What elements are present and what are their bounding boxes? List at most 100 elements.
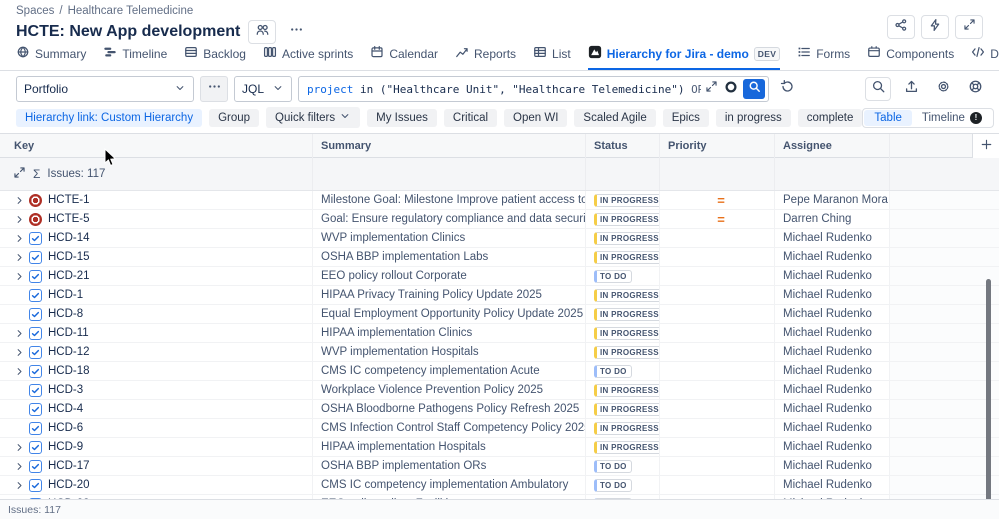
fullscreen-button[interactable] [955,15,983,39]
issue-key[interactable]: HCD-21 [48,270,90,282]
status-badge[interactable]: TO DO [594,269,632,283]
issue-row-hcd-1[interactable]: HCD-1 HIPAA Privacy Training Policy Updat… [0,286,999,305]
tab-backlog[interactable]: Backlog [184,45,246,70]
filter-more-button[interactable] [200,76,228,102]
issue-key[interactable]: HCD-12 [48,346,90,358]
members-button[interactable] [248,20,277,44]
help-button[interactable] [963,78,987,100]
issue-key[interactable]: HCD-8 [48,308,83,320]
refresh-button[interactable] [775,77,799,101]
issue-row-hcd-8[interactable]: HCD-8 Equal Employment Opportunity Policy… [0,305,999,324]
status-badge[interactable]: IN PROGRESS [594,326,659,340]
expand-chevron-icon[interactable] [14,328,29,339]
issue-key[interactable]: HCD-20 [48,479,90,491]
issue-key[interactable]: HCD-14 [48,232,90,244]
expand-query-button[interactable] [701,79,721,99]
status-badge[interactable]: IN PROGRESS [594,288,659,302]
issue-row-hcd-6[interactable]: HCD-6 CMS Infection Control Staff Compete… [0,419,999,438]
tab-list[interactable]: List [533,45,571,70]
tab-hierarchy-for-jira-demo[interactable]: Hierarchy for Jira - demo DEV [587,45,781,70]
tab-development[interactable]: Development [971,45,999,70]
expand-chevron-icon[interactable] [14,480,29,491]
issue-row-hcd-15[interactable]: HCD-15 OSHA BBP implementation Labs IN PRO… [0,248,999,267]
status-badge[interactable]: IN PROGRESS [594,345,659,359]
status-badge[interactable]: IN PROGRESS [594,212,659,226]
issue-row-hcd-12[interactable]: HCD-12 WVP implementation Hospitals IN PRO… [0,343,999,362]
run-query-button[interactable] [743,79,765,99]
status-badge[interactable]: TO DO [594,478,632,492]
status-badge[interactable]: TO DO [594,459,632,473]
issue-row-hcd-18[interactable]: HCD-18 CMS IC competency implementation A… [0,362,999,381]
issue-row-hcd-9[interactable]: HCD-9 HIPAA implementation Hospitals IN PR… [0,438,999,457]
status-badge[interactable]: IN PROGRESS [594,383,659,397]
filter-chip-epics[interactable]: Epics [662,108,709,127]
issue-row-hcd-3[interactable]: HCD-3 Workplace Violence Prevention Polic… [0,381,999,400]
issue-key[interactable]: HCD-17 [48,460,90,472]
expand-chevron-icon[interactable] [14,271,29,282]
issue-row-hcd-14[interactable]: HCD-14 WVP implementation Clinics IN PROGR… [0,229,999,248]
issue-row-hcd-17[interactable]: HCD-17 OSHA BBP implementation ORs TO DO Mi… [0,457,999,476]
issue-key[interactable]: HCD-3 [48,384,83,396]
issue-key[interactable]: HCD-15 [48,251,90,263]
status-badge[interactable]: IN PROGRESS [594,440,659,454]
issue-row-hcte-1[interactable]: HCTE-1 Milestone Goal: Milestone Improve … [0,191,999,210]
column-header-priority[interactable]: Priority [660,134,775,158]
tab-timeline[interactable]: Timeline [103,45,167,70]
vertical-scrollbar[interactable] [986,279,991,519]
portfolio-select[interactable]: Portfolio [16,76,194,102]
filter-chip-scaled-agile[interactable]: Scaled Agile [574,108,656,127]
tab-calendar[interactable]: Calendar [370,45,438,70]
issue-key[interactable]: HCTE-5 [48,213,90,225]
issue-row-hcte-5[interactable]: HCTE-5 Goal: Ensure regulatory compliance… [0,210,999,229]
view-toggle-timeline[interactable]: Timeline! [912,110,992,126]
issue-row-hcd-20[interactable]: HCD-20 CMS IC competency implementation A… [0,476,999,495]
tab-reports[interactable]: Reports [455,45,516,70]
issue-key[interactable]: HCTE-1 [48,194,90,206]
expand-all-icon[interactable] [13,166,26,182]
export-button[interactable] [899,78,923,100]
breadcrumb-spaces[interactable]: Spaces [16,5,54,17]
issue-key[interactable]: HCD-1 [48,289,83,301]
tab-forms[interactable]: Forms [797,45,850,70]
column-header-summary[interactable]: Summary [313,134,586,158]
column-header-status[interactable]: Status [586,134,660,158]
issue-row-hcd-11[interactable]: HCD-11 HIPAA implementation Clinics IN PRO… [0,324,999,343]
status-badge[interactable]: TO DO [594,364,632,378]
filter-chip-open-wi[interactable]: Open WI [504,108,568,127]
tab-components[interactable]: Components [867,45,954,70]
expand-chevron-icon[interactable] [14,214,29,225]
issue-key[interactable]: HCD-18 [48,365,90,377]
expand-chevron-icon[interactable] [14,366,29,377]
status-badge[interactable]: IN PROGRESS [594,307,659,321]
filter-chip-group[interactable]: Group [209,108,260,127]
status-badge[interactable]: IN PROGRESS [594,402,659,416]
filter-chip-quick-filters[interactable]: Quick filters [266,107,361,128]
expand-chevron-icon[interactable] [14,442,29,453]
filter-chip-critical[interactable]: Critical [443,108,498,127]
filter-chip-my-issues[interactable]: My Issues [367,108,437,127]
status-badge[interactable]: IN PROGRESS [594,250,659,264]
hierarchy-link-chip[interactable]: Hierarchy link: Custom Hierarchy [16,108,203,127]
expand-chevron-icon[interactable] [14,461,29,472]
share-button[interactable] [887,15,915,39]
issue-key[interactable]: HCD-4 [48,403,83,415]
tab-summary[interactable]: Summary [16,45,86,70]
expand-chevron-icon[interactable] [14,195,29,206]
view-toggle-table[interactable]: Table [864,109,912,126]
expand-chevron-icon[interactable] [14,233,29,244]
expand-chevron-icon[interactable] [14,347,29,358]
issue-key[interactable]: HCD-6 [48,422,83,434]
issue-row-hcd-4[interactable]: HCD-4 OSHA Bloodborne Pathogens Policy Re… [0,400,999,419]
column-header-assignee[interactable]: Assignee [775,134,890,158]
status-badge[interactable]: IN PROGRESS [594,231,659,245]
jql-query-input[interactable]: project in ("Healthcare Unit", "Healthca… [298,76,769,102]
add-column-button[interactable] [972,134,999,158]
more-options-button[interactable] [284,21,308,43]
settings-button[interactable] [931,78,955,100]
search-button[interactable] [865,77,891,101]
status-badge[interactable]: IN PROGRESS [594,421,659,435]
automation-button[interactable] [921,15,949,39]
status-badge[interactable]: IN PROGRESS [594,193,659,207]
breadcrumb-project[interactable]: Healthcare Telemedicine [68,5,194,17]
column-header-key[interactable]: Key [0,134,313,158]
